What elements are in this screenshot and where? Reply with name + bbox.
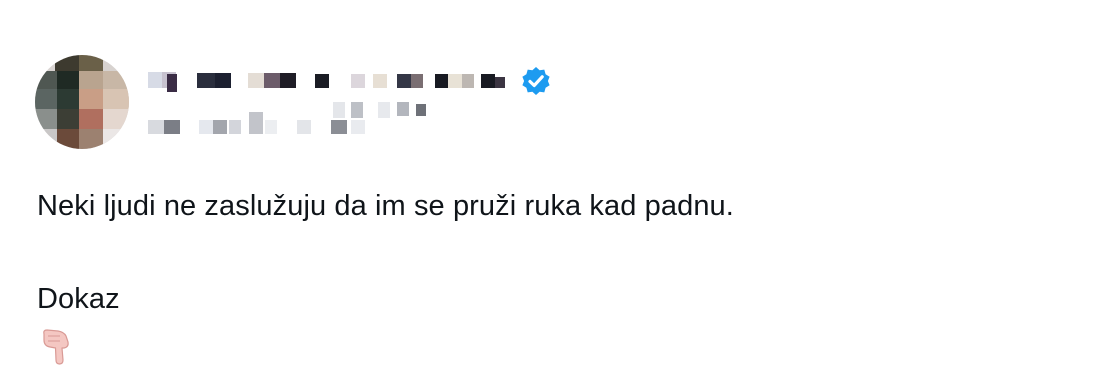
avatar[interactable] (35, 55, 129, 149)
tweet-text-line: Dokaz (37, 283, 120, 315)
pointing-down-hand-icon (43, 329, 69, 365)
verified-badge-icon (522, 67, 550, 95)
tweet-text-line: Neki ljudi ne zaslužuju da im se pruži r… (37, 190, 734, 222)
pixelated-avatar-image (35, 55, 129, 149)
tweet-card: Neki ljudi ne zaslužuju da im se pruži r… (0, 0, 1100, 380)
redacted-handle-and-date[interactable] (145, 100, 445, 138)
redacted-display-name[interactable] (145, 68, 515, 94)
